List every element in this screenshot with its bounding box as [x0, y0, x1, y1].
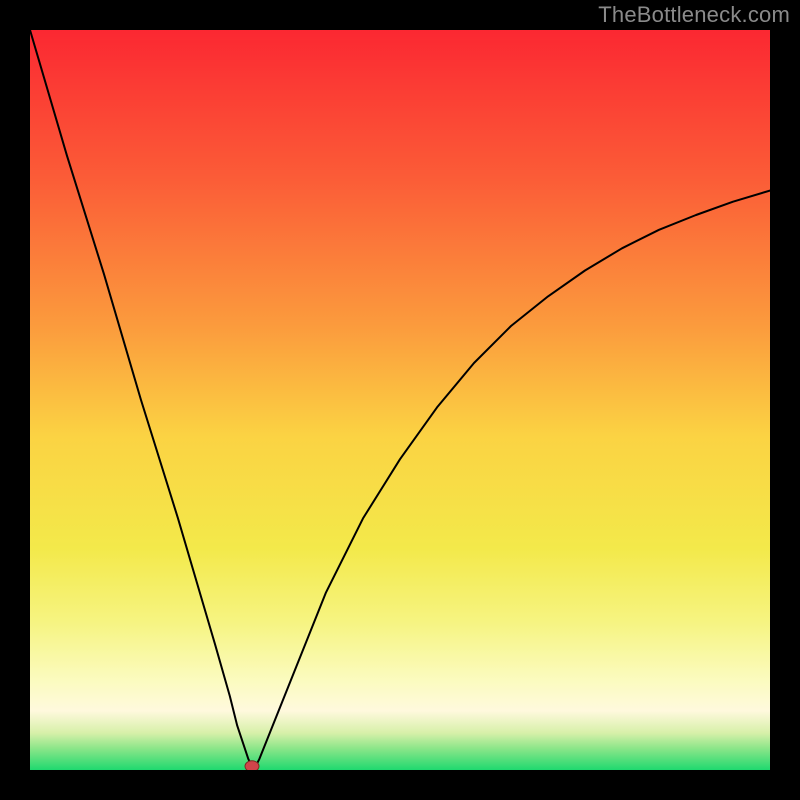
chart-svg — [30, 30, 770, 770]
optimum-marker — [245, 761, 259, 770]
chart-frame: TheBottleneck.com — [0, 0, 800, 800]
plot-area — [30, 30, 770, 770]
watermark-text: TheBottleneck.com — [598, 2, 790, 28]
